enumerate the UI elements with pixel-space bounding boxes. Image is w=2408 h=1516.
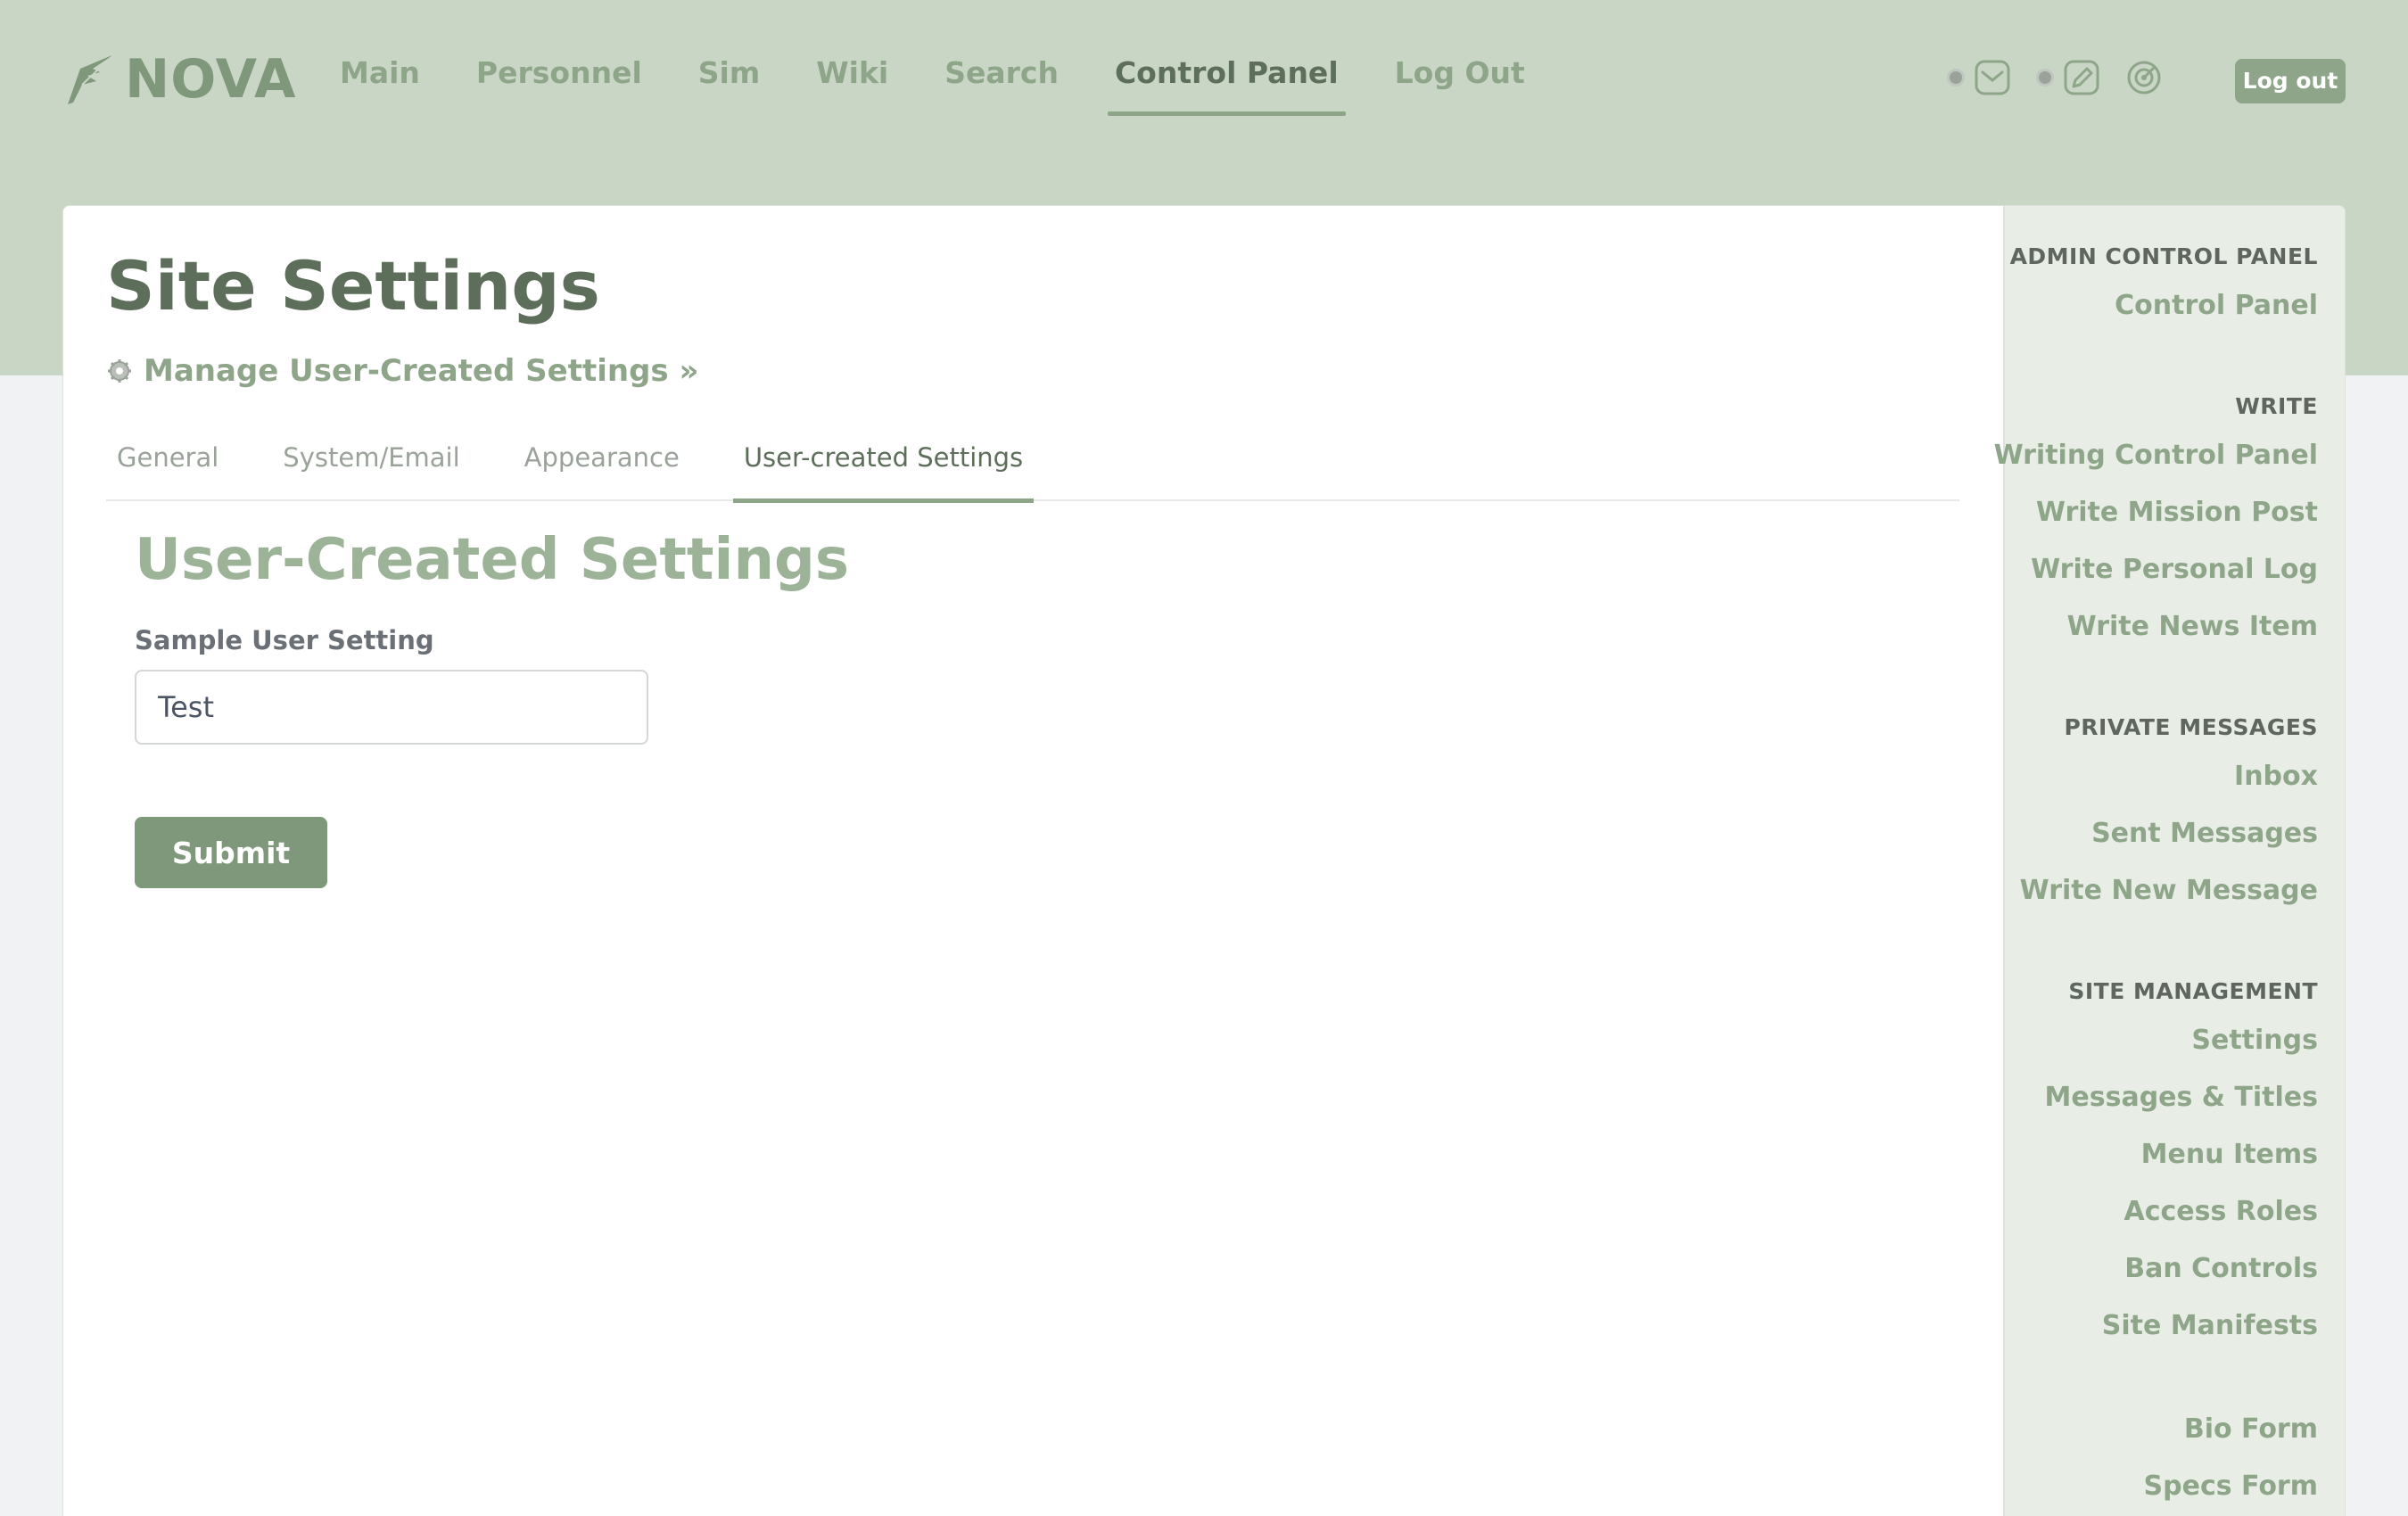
top-navigation: NOVA Main Personnel Sim Wiki Search Cont…: [0, 0, 2408, 161]
sidebar-item-access-roles[interactable]: Access Roles: [2124, 1196, 2319, 1227]
sidebar-item-write-personal-log[interactable]: Write Personal Log: [2031, 554, 2318, 585]
quill-logo-icon: [68, 54, 115, 104]
radar-icon[interactable]: [2125, 59, 2163, 96]
sample-setting-input[interactable]: [135, 670, 648, 745]
sidebar-heading-admin: ADMIN CONTROL PANEL: [2009, 243, 2318, 269]
nav-control-panel[interactable]: Control Panel: [1107, 55, 1346, 118]
sidebar-item-messages-titles[interactable]: Messages & Titles: [2045, 1082, 2318, 1113]
manage-link-label: Manage User-Created Settings »: [144, 353, 699, 389]
sidebar-item-specs-form[interactable]: Specs Form: [2144, 1471, 2318, 1502]
tab-user-created-settings[interactable]: User-created Settings: [732, 429, 1035, 503]
write-status-dot: [2036, 69, 2054, 87]
sidebar-item-write-mission-post[interactable]: Write Mission Post: [2036, 497, 2318, 528]
tab-system-email[interactable]: System/Email: [272, 429, 470, 501]
nav-search[interactable]: Search: [944, 55, 1059, 118]
sidebar-item-menu-items[interactable]: Menu Items: [2141, 1139, 2318, 1170]
sidebar-item-inbox[interactable]: Inbox: [2234, 761, 2318, 792]
pen-icon[interactable]: [2063, 59, 2100, 96]
settings-tabs: General System/Email Appearance User-cre…: [106, 429, 1959, 503]
admin-sidebar: ADMIN CONTROL PANEL Control Panel WRITE …: [1994, 206, 2345, 1516]
sidebar-item-control-panel[interactable]: Control Panel: [2115, 290, 2318, 321]
sidebar-item-writing-control-panel[interactable]: Writing Control Panel: [1994, 440, 2318, 471]
sidebar-item-settings[interactable]: Settings: [2191, 1025, 2318, 1056]
sample-setting-label: Sample User Setting: [135, 625, 434, 655]
tab-general[interactable]: General: [106, 429, 229, 501]
main-content: Site Settings Manage User-Created Settin…: [63, 206, 2003, 1516]
nav-log-out[interactable]: Log Out: [1395, 55, 1525, 118]
submit-button[interactable]: Submit: [135, 817, 327, 888]
section-title: User-Created Settings: [135, 527, 849, 593]
sidebar-item-site-manifests[interactable]: Site Manifests: [2102, 1310, 2318, 1341]
envelope-icon[interactable]: [1974, 59, 2011, 96]
sidebar-item-write-news-item[interactable]: Write News Item: [2067, 611, 2318, 642]
nav-wiki[interactable]: Wiki: [816, 55, 888, 118]
sidebar-item-ban-controls[interactable]: Ban Controls: [2124, 1253, 2318, 1284]
nav-main[interactable]: Main: [340, 55, 420, 118]
sidebar-heading-site-management: SITE MANAGEMENT: [2068, 978, 2318, 1004]
sidebar-item-sent-messages[interactable]: Sent Messages: [2091, 818, 2318, 849]
tab-appearance[interactable]: Appearance: [514, 429, 690, 501]
content-card: Site Settings Manage User-Created Settin…: [62, 205, 2346, 1516]
main-nav: Main Personnel Sim Wiki Search Control P…: [340, 55, 1581, 118]
brand-logo[interactable]: NOVA: [61, 48, 296, 111]
user-tools: [1947, 59, 2188, 96]
brand-name: NOVA: [125, 48, 297, 111]
sidebar-item-bio-form[interactable]: Bio Form: [2184, 1413, 2318, 1445]
page-title: Site Settings: [106, 246, 600, 325]
cog-icon: [108, 359, 131, 383]
nav-personnel[interactable]: Personnel: [476, 55, 642, 118]
manage-user-settings-link[interactable]: Manage User-Created Settings »: [106, 353, 698, 389]
sidebar-heading-private-messages: PRIVATE MESSAGES: [2064, 714, 2318, 740]
logout-button[interactable]: Log out: [2235, 59, 2346, 103]
sidebar-item-write-new-message[interactable]: Write New Message: [2020, 875, 2318, 906]
sidebar-heading-write: WRITE: [2235, 393, 2318, 419]
nav-sim[interactable]: Sim: [698, 55, 760, 118]
messages-status-dot: [1947, 69, 1965, 87]
